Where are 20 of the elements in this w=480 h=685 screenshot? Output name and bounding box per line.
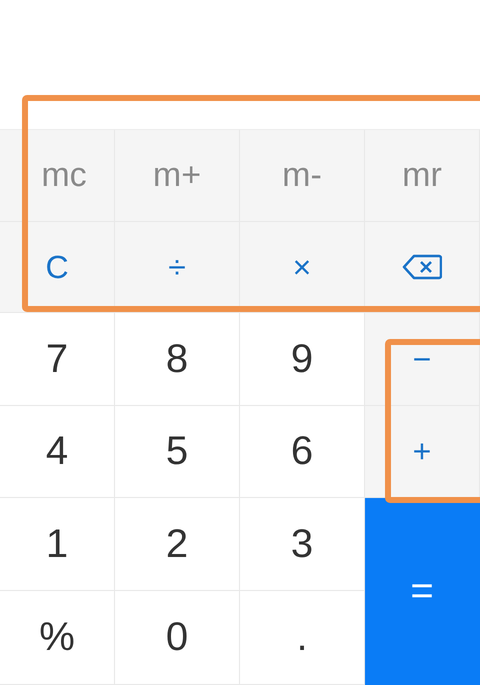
keypad-key[interactable]: = xyxy=(365,498,480,685)
backspace-icon xyxy=(402,254,442,280)
keypad-key[interactable]: 6 xyxy=(240,406,365,498)
function-key[interactable]: ÷ xyxy=(115,222,240,313)
backspace-button[interactable] xyxy=(365,222,480,313)
keypad-key[interactable]: 4 xyxy=(0,406,115,498)
function-key[interactable]: × xyxy=(240,222,365,313)
keypad-key[interactable]: 3 xyxy=(240,498,365,591)
keypad-key[interactable]: − xyxy=(365,313,480,406)
keypad-key[interactable]: 2 xyxy=(115,498,240,591)
keypad-key[interactable]: 8 xyxy=(115,313,240,406)
keypad-key[interactable]: 9 xyxy=(240,313,365,406)
keypad-key[interactable]: % xyxy=(0,591,115,685)
keypad-key[interactable]: 0 xyxy=(115,591,240,685)
keypad-key[interactable]: 1 xyxy=(0,498,115,591)
keypad-key[interactable]: 7 xyxy=(0,313,115,406)
function-key[interactable]: C xyxy=(0,222,115,313)
keypad-key[interactable]: + xyxy=(365,406,480,498)
keypad-key[interactable]: . xyxy=(240,591,365,685)
keypad-key[interactable]: 5 xyxy=(115,406,240,498)
